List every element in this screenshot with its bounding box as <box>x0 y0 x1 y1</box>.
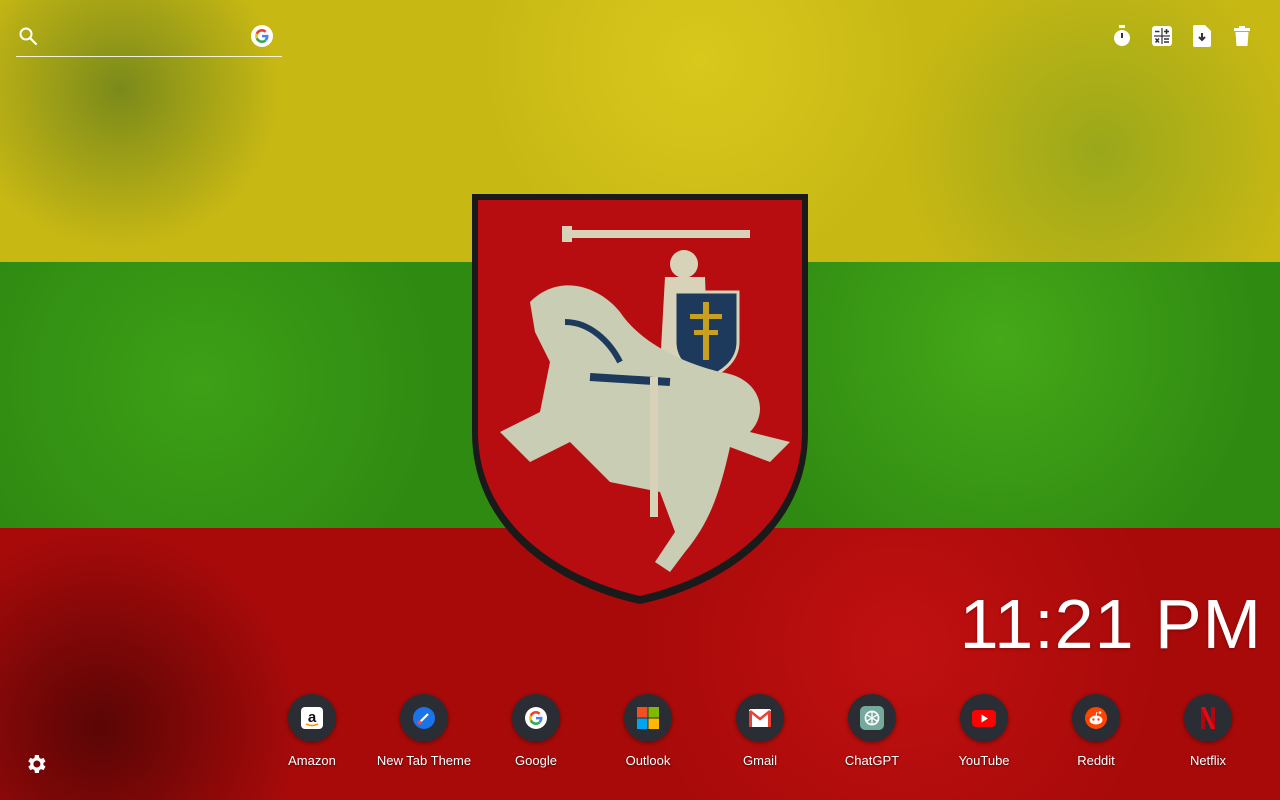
shortcut-new-tab-theme[interactable]: New Tab Theme <box>368 694 480 768</box>
calculator-icon[interactable] <box>1150 24 1174 48</box>
trash-icon[interactable] <box>1230 24 1254 48</box>
shortcut-label: YouTube <box>958 753 1010 768</box>
reddit-icon <box>1072 694 1120 742</box>
shortcut-outlook[interactable]: Outlook <box>592 694 704 768</box>
search-input[interactable] <box>48 26 252 50</box>
google-g-icon[interactable] <box>251 25 273 47</box>
netflix-icon <box>1184 694 1232 742</box>
shortcut-gmail[interactable]: Gmail <box>704 694 816 768</box>
gmail-icon <box>736 694 784 742</box>
search-bar[interactable] <box>16 22 282 57</box>
shortcut-label: Gmail <box>743 753 777 768</box>
coat-of-arms-emblem <box>472 194 808 604</box>
shortcut-label: Reddit <box>1077 753 1115 768</box>
top-toolbar <box>1110 24 1254 48</box>
shortcut-label: New Tab Theme <box>376 753 472 768</box>
google-icon <box>512 694 560 742</box>
shortcut-amazon[interactable]: a Amazon <box>256 694 368 768</box>
clock-display: 11:21 PM <box>959 585 1262 663</box>
shortcut-chatgpt[interactable]: ChatGPT <box>816 694 928 768</box>
shortcut-reddit[interactable]: Reddit <box>1040 694 1152 768</box>
search-icon <box>18 26 38 46</box>
outlook-icon <box>624 694 672 742</box>
shortcut-label: ChatGPT <box>844 753 900 768</box>
shortcut-label: Amazon <box>288 753 336 768</box>
shortcut-label: Netflix <box>1189 753 1227 768</box>
shortcut-label: Google <box>515 753 557 768</box>
shortcut-netflix[interactable]: Netflix <box>1152 694 1264 768</box>
gear-icon[interactable] <box>24 752 48 776</box>
file-download-icon[interactable] <box>1190 24 1214 48</box>
chatgpt-icon <box>848 694 896 742</box>
new-tab-theme-icon <box>400 694 448 742</box>
amazon-icon: a <box>288 694 336 742</box>
timer-icon[interactable] <box>1110 24 1134 48</box>
shortcut-youtube[interactable]: YouTube <box>928 694 1040 768</box>
youtube-icon <box>960 694 1008 742</box>
shortcut-google[interactable]: Google <box>480 694 592 768</box>
svg-text:a: a <box>308 709 317 726</box>
shortcut-label: Outlook <box>625 753 671 768</box>
